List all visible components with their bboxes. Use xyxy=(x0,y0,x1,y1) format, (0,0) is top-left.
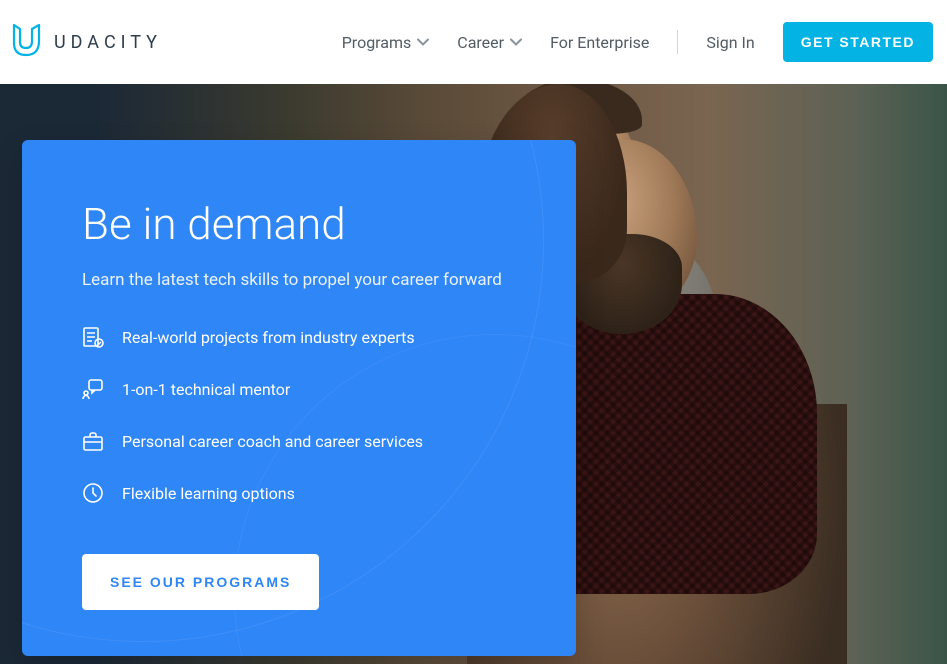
nav-programs-label: Programs xyxy=(342,33,412,52)
chevron-down-icon xyxy=(510,38,522,46)
clock-icon xyxy=(82,482,104,504)
brand-name: UDACITY xyxy=(54,32,162,53)
nav-divider xyxy=(677,30,678,54)
main-nav: Programs Career For Enterprise Sign In G… xyxy=(342,22,933,62)
feature-item: Flexible learning options xyxy=(82,482,516,504)
hero-card: Be in demand Learn the latest tech skill… xyxy=(22,140,576,656)
feature-item: Personal career coach and career service… xyxy=(82,430,516,452)
projects-icon xyxy=(82,326,104,348)
udacity-logo-icon xyxy=(12,23,42,61)
feature-text: Real-world projects from industry expert… xyxy=(122,328,415,347)
hero-title: Be in demand xyxy=(82,200,516,248)
brand-logo[interactable]: UDACITY xyxy=(12,23,162,61)
site-header: UDACITY Programs Career For Enterprise S… xyxy=(0,0,947,84)
hero-section: Be in demand Learn the latest tech skill… xyxy=(0,84,947,664)
feature-item: Real-world projects from industry expert… xyxy=(82,326,516,348)
nav-enterprise-label: For Enterprise xyxy=(550,33,649,52)
nav-career-label: Career xyxy=(457,33,504,52)
briefcase-icon xyxy=(82,430,104,452)
get-started-button[interactable]: GET STARTED xyxy=(783,22,933,62)
feature-text: 1-on-1 technical mentor xyxy=(122,380,290,399)
nav-career[interactable]: Career xyxy=(457,33,522,52)
nav-programs[interactable]: Programs xyxy=(342,33,430,52)
sign-in-link[interactable]: Sign In xyxy=(706,33,754,52)
nav-enterprise[interactable]: For Enterprise xyxy=(550,33,649,52)
feature-item: 1-on-1 technical mentor xyxy=(82,378,516,400)
chevron-down-icon xyxy=(417,38,429,46)
mentor-icon xyxy=(82,378,104,400)
see-programs-button[interactable]: SEE OUR PROGRAMS xyxy=(82,554,319,610)
feature-list: Real-world projects from industry expert… xyxy=(82,326,516,504)
feature-text: Flexible learning options xyxy=(122,484,295,503)
hero-subtitle: Learn the latest tech skills to propel y… xyxy=(82,270,516,290)
feature-text: Personal career coach and career service… xyxy=(122,432,423,451)
